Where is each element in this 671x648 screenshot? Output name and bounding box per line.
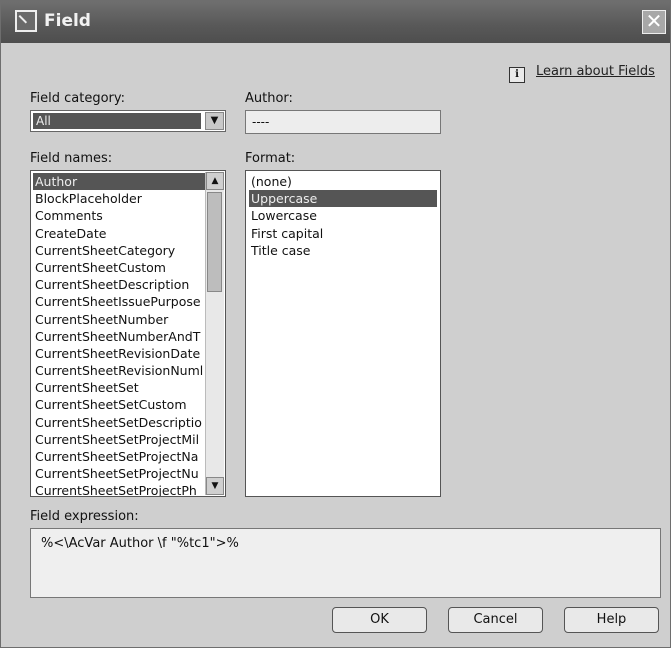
field-names-items: Author BlockPlaceholder Comments CreateDate…	[33, 173, 205, 496]
close-icon[interactable]: ✕	[642, 10, 666, 34]
list-item[interactable]: CurrentSheetNumber	[33, 311, 205, 328]
format-label: Format:	[245, 151, 296, 166]
list-item[interactable]: CurrentSheetCustom	[33, 259, 205, 276]
list-item[interactable]: Uppercase	[249, 190, 437, 208]
list-item[interactable]: Lowercase	[249, 207, 437, 224]
field-names-scrollbar[interactable]: ▲ ▼	[205, 172, 224, 495]
list-item[interactable]: CurrentSheetSetProjectPh	[33, 482, 205, 496]
field-category-value: All	[33, 113, 201, 129]
list-item[interactable]: (none)	[249, 173, 437, 190]
list-item[interactable]: CurrentSheetRevisionDate	[33, 345, 205, 362]
dialog-title: Field	[44, 11, 91, 31]
author-value-field: ----	[245, 110, 441, 134]
list-item[interactable]: CurrentSheetNumberAndT	[33, 328, 205, 345]
chevron-down-icon[interactable]: ▼	[205, 112, 224, 130]
list-item[interactable]: CurrentSheetSetCustom	[33, 396, 205, 413]
format-list[interactable]: (none) Uppercase Lowercase First capital Tit…	[245, 170, 441, 497]
field-app-icon	[15, 10, 37, 32]
field-names-list[interactable]: Author BlockPlaceholder Comments CreateDate…	[30, 170, 226, 497]
list-item[interactable]: First capital	[249, 225, 437, 242]
cancel-button[interactable]: Cancel	[448, 607, 543, 633]
list-item[interactable]: BlockPlaceholder	[33, 190, 205, 207]
list-item[interactable]: CurrentSheetIssuePurpose	[33, 293, 205, 310]
list-item[interactable]: CreateDate	[33, 225, 205, 242]
list-item[interactable]: CurrentSheetSetProjectMil	[33, 431, 205, 448]
field-category-label: Field category:	[30, 91, 126, 106]
author-label: Author:	[245, 91, 293, 106]
list-item[interactable]: CurrentSheetRevisionNuml	[33, 362, 205, 379]
field-expression-field[interactable]: %<\AcVar Author \f "%tc1">%	[30, 528, 661, 598]
list-item[interactable]: CurrentSheetSetProjectNu	[33, 465, 205, 482]
scroll-up-icon[interactable]: ▲	[206, 172, 224, 190]
list-item[interactable]: Author	[33, 173, 205, 191]
learn-about-fields-link[interactable]: Learn about Fields	[536, 64, 655, 79]
scroll-down-icon[interactable]: ▼	[206, 477, 224, 495]
field-category-dropdown[interactable]: All ▼	[30, 110, 226, 132]
field-names-label: Field names:	[30, 151, 113, 166]
title-bar[interactable]: Field ✕	[1, 1, 670, 43]
list-item[interactable]: CurrentSheetSet	[33, 379, 205, 396]
format-items: (none) Uppercase Lowercase First capital Tit…	[249, 173, 437, 259]
list-item[interactable]: CurrentSheetSetProjectNa	[33, 448, 205, 465]
help-button[interactable]: Help	[564, 607, 659, 633]
ok-button[interactable]: OK	[332, 607, 427, 633]
list-item[interactable]: CurrentSheetCategory	[33, 242, 205, 259]
list-item[interactable]: Comments	[33, 207, 205, 224]
field-expression-label: Field expression:	[30, 509, 139, 524]
list-item[interactable]: CurrentSheetSetDescriptio	[33, 414, 205, 431]
list-item[interactable]: Title case	[249, 242, 437, 259]
list-item[interactable]: CurrentSheetDescription	[33, 276, 205, 293]
field-dialog: Field ✕ i Learn about Fields Field categ…	[0, 0, 671, 648]
scroll-thumb[interactable]	[207, 192, 222, 292]
info-icon: i	[509, 67, 525, 83]
